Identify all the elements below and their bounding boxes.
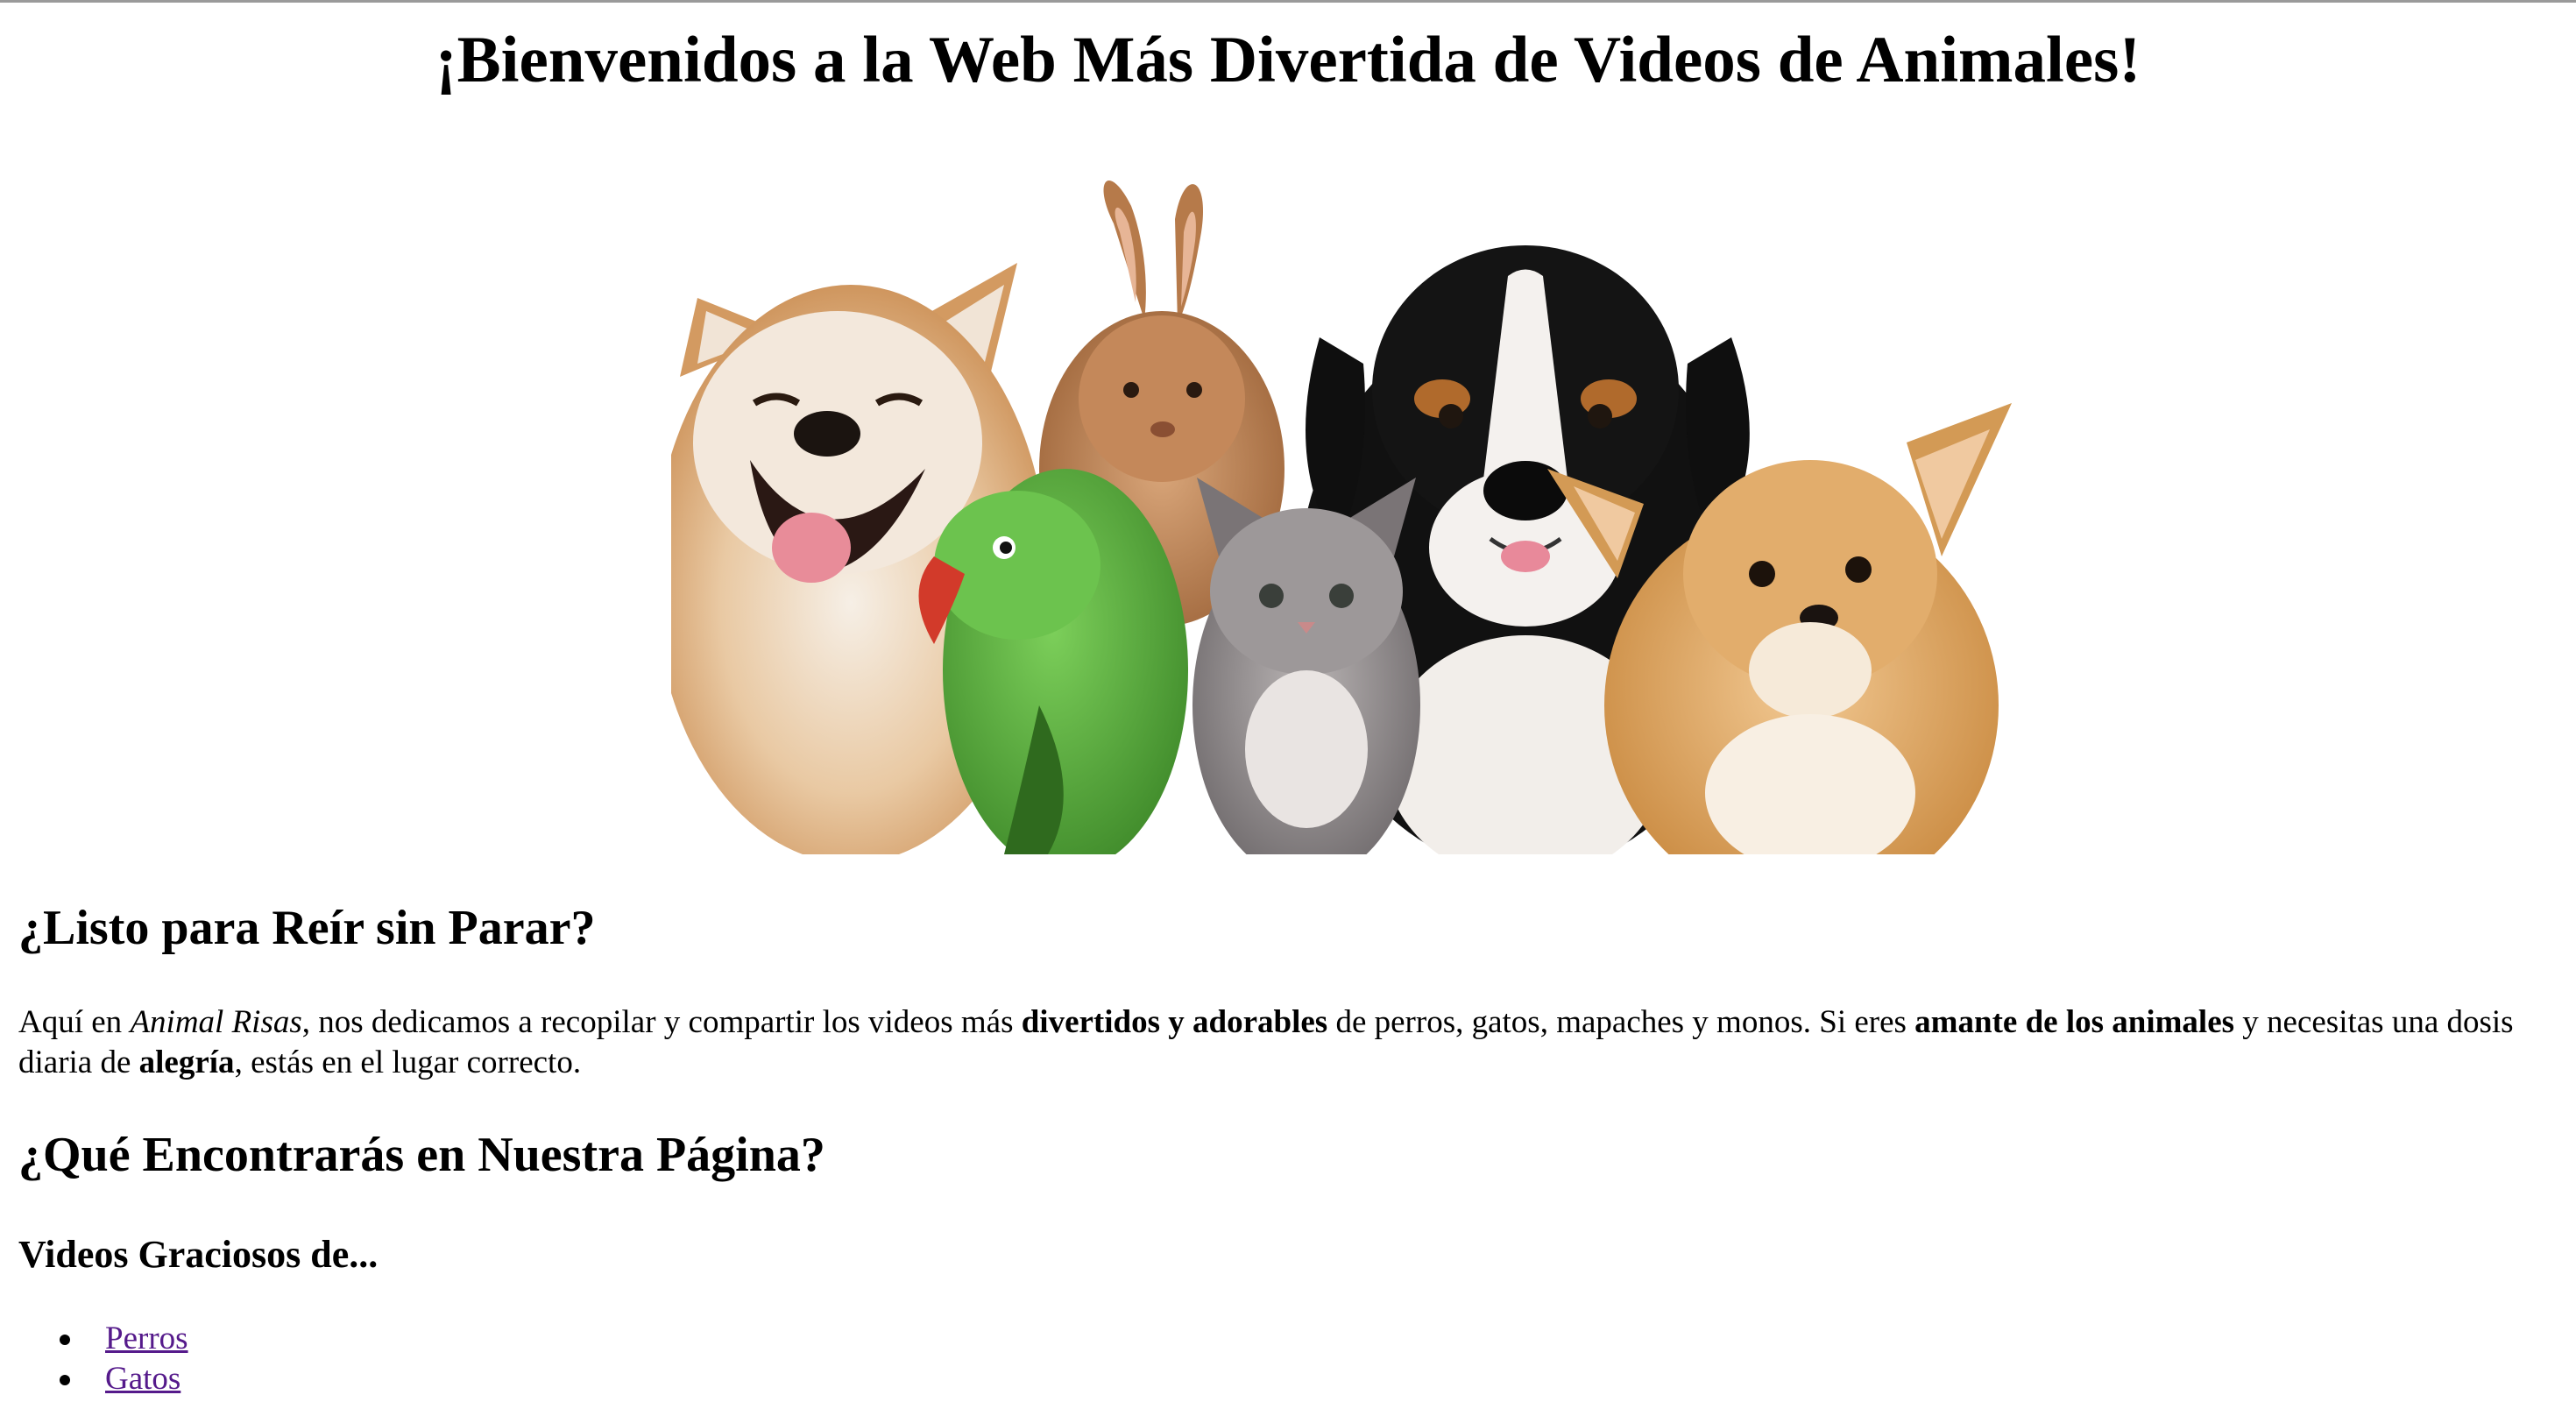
- hero-image: [671, 180, 2029, 854]
- features-heading: ¿Qué Encontrarás en Nuestra Página?: [18, 1128, 825, 1182]
- emphasis-joy: alegría: [138, 1044, 235, 1080]
- intro-text-part: Aquí en: [18, 1004, 131, 1040]
- emphasis-fun: divertidos y adorables: [1021, 1004, 1328, 1040]
- video-category-list: Perros Gatos: [18, 1319, 188, 1399]
- page-title: ¡Bienvenidos a la Web Más Divertida de V…: [435, 24, 2141, 96]
- list-item: Perros: [18, 1319, 188, 1359]
- link-perros[interactable]: Perros: [105, 1321, 188, 1356]
- videos-heading: Videos Graciosos de...: [18, 1233, 379, 1276]
- animals-illustration: [671, 181, 2012, 854]
- intro-text-part: de perros, gatos, mapaches y monos. Si e…: [1327, 1004, 1915, 1040]
- bullet-icon: [60, 1375, 70, 1385]
- intro-heading: ¿Listo para Reír sin Parar?: [18, 901, 596, 955]
- link-gatos[interactable]: Gatos: [105, 1361, 180, 1397]
- list-item: Gatos: [18, 1359, 188, 1399]
- intro-text-part: , estás en el lugar correcto.: [234, 1044, 582, 1080]
- intro-text-part: , nos dedicamos a recopilar y compartir …: [301, 1004, 1022, 1040]
- kitten: [1192, 478, 1420, 854]
- emphasis-animal-lovers: amante de los animales: [1914, 1004, 2235, 1040]
- bullet-icon: [60, 1335, 70, 1345]
- intro-paragraph: Aquí en Animal Risas, nos dedicamos a re…: [18, 1002, 2524, 1083]
- window-top-border: [0, 0, 2576, 3]
- site-name: Animal Risas: [130, 1004, 302, 1040]
